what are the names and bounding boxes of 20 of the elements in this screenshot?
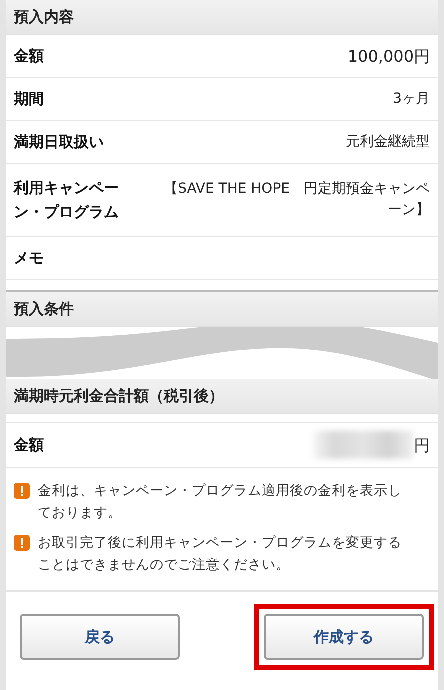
- warning-icon: [14, 535, 30, 551]
- row-label: 利用キャンペーン・プログラム: [14, 178, 120, 223]
- currency-unit: 円: [414, 434, 430, 456]
- row-label: 金額: [14, 46, 45, 67]
- back-button[interactable]: 戻る: [20, 614, 180, 660]
- row-label: メモ: [14, 248, 45, 269]
- row-label: 満期日取扱い: [14, 132, 105, 153]
- row-value: 元利金継続型: [346, 132, 430, 152]
- note-text: お取引完了後に利用キャンペーン・プログラムを変更することはできませんのでご注意ください。: [38, 534, 402, 575]
- section-title: 満期時元利金合計額（税引後）: [14, 386, 224, 406]
- row-label: 期間: [14, 89, 45, 110]
- campaign-value: 【SAVE THE HOPE 円定期預金キャンペーン】: [163, 180, 430, 220]
- section-title: 預入条件: [14, 300, 74, 318]
- row-value: 3ヶ月: [393, 90, 430, 108]
- row-value: 100,000円: [348, 46, 430, 66]
- section-title: 預入内容: [14, 8, 74, 26]
- note-text: 金利は、キャンペーン・プログラム適用後の金利を表示しております。: [38, 482, 402, 523]
- row-label: 金額: [14, 435, 45, 456]
- create-button[interactable]: 作成する: [264, 614, 424, 660]
- warning-icon: [14, 483, 30, 499]
